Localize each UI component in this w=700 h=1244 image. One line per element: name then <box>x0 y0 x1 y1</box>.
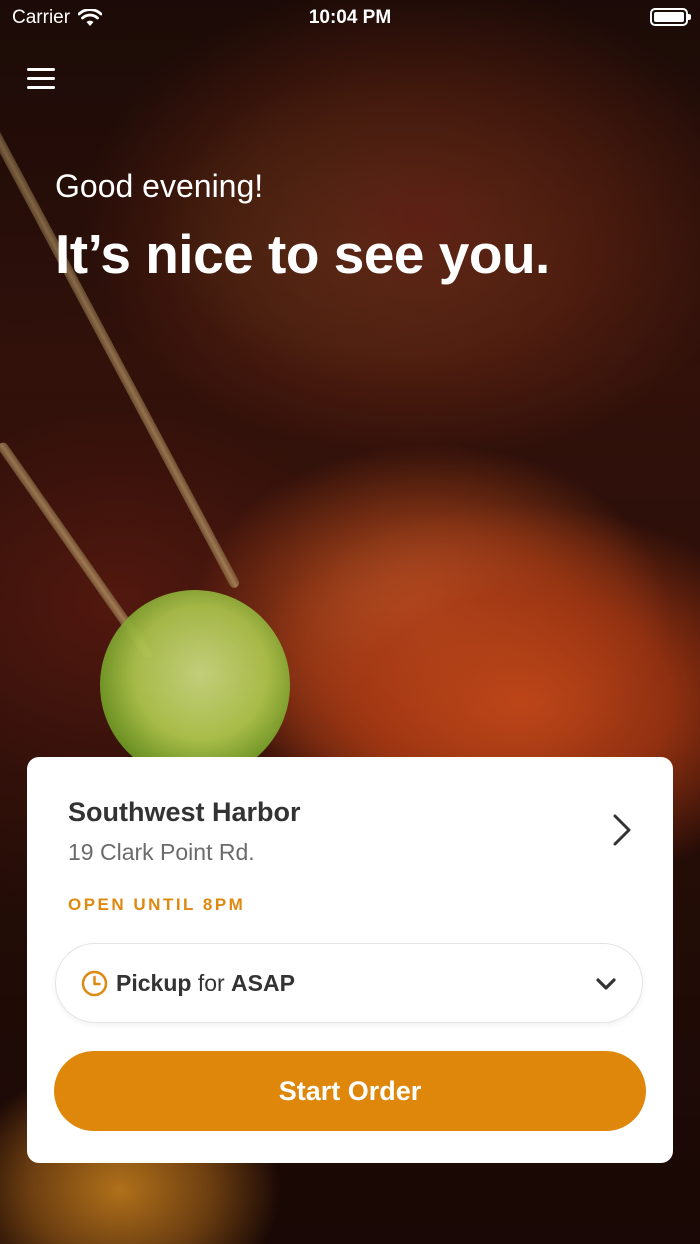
order-connector: for <box>197 970 225 996</box>
status-bar: Carrier 10:04 PM <box>0 0 700 36</box>
location-card: Southwest Harbor 19 Clark Point Rd. OPEN… <box>27 757 673 1163</box>
menu-line <box>27 77 55 80</box>
status-time: 10:04 PM <box>308 7 392 28</box>
pickup-label: Pickup for ASAP <box>116 970 295 997</box>
menu-icon[interactable] <box>27 66 55 92</box>
battery-icon <box>650 8 691 26</box>
order-time: ASAP <box>231 970 295 996</box>
headline-text: It’s nice to see you. <box>55 223 550 285</box>
menu-line <box>27 86 55 89</box>
start-order-button[interactable]: Start Order <box>54 1051 646 1131</box>
hours-status: OPEN UNTIL 8PM <box>68 895 246 914</box>
menu-line <box>27 68 55 71</box>
pickup-time-select[interactable]: Pickup for ASAP <box>55 943 643 1023</box>
chevron-down-icon <box>596 978 616 990</box>
clock-icon <box>81 970 108 997</box>
order-mode: Pickup <box>116 970 192 996</box>
chevron-right-icon[interactable] <box>607 813 637 847</box>
store-address[interactable]: 19 Clark Point Rd. <box>68 839 255 866</box>
store-name[interactable]: Southwest Harbor <box>68 797 301 828</box>
greeting-text: Good evening! <box>55 168 264 204</box>
